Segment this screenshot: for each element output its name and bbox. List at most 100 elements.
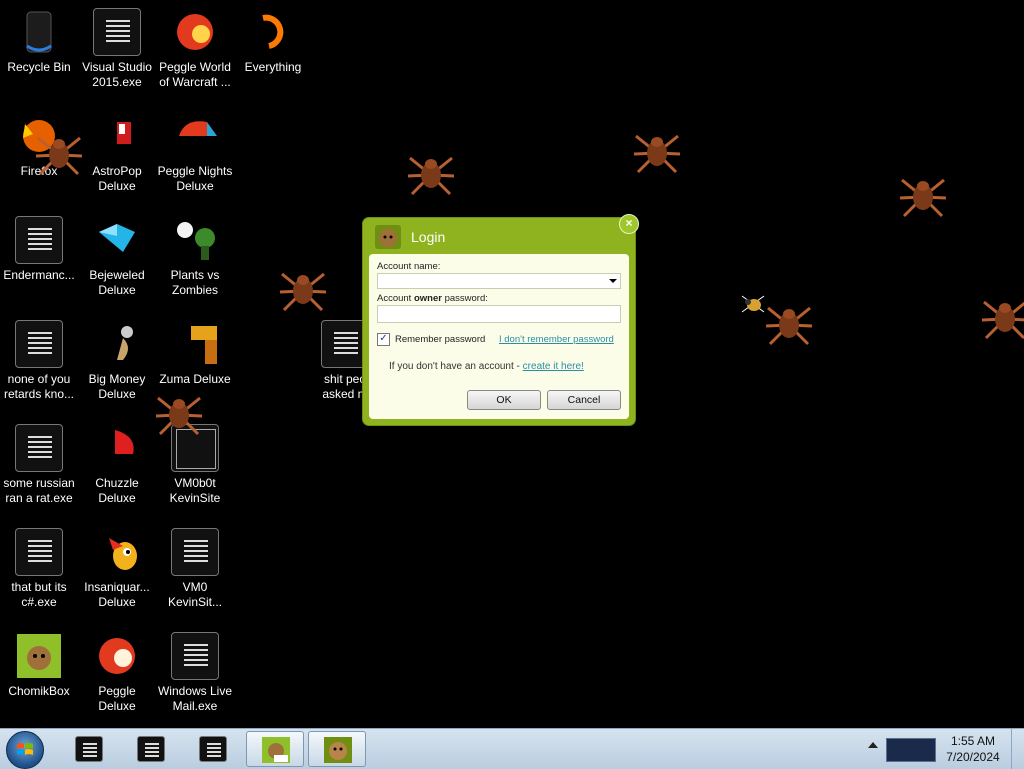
dialog-title: Login (411, 229, 446, 245)
desktop-icon-chuzzle[interactable]: Chuzzle Deluxe (78, 416, 156, 516)
create-account-link[interactable]: create it here! (523, 361, 584, 372)
desktop-icon-insaniquarium[interactable]: Insaniquar... Deluxe (78, 520, 156, 620)
chuzzle-icon (93, 424, 141, 472)
desktop-icon-label: Zuma Deluxe (159, 372, 231, 386)
exe-icon (171, 528, 219, 576)
password-label-prefix: Account (377, 293, 414, 304)
login-dialog: Login × Account name: Account owner pass… (363, 214, 639, 425)
desktop-icon-endermanch[interactable]: Endermanc... (0, 208, 78, 308)
taskbar-button-1[interactable] (60, 731, 118, 767)
taskbar-button-2[interactable] (122, 731, 180, 767)
desktop-icon-bejeweled[interactable]: Bejeweled Deluxe (78, 208, 156, 308)
password-field[interactable] (377, 305, 621, 323)
spider-sprite (35, 136, 83, 176)
big-money-icon (93, 320, 141, 368)
everything-icon (249, 8, 297, 56)
desktop-icon-label: Everything (244, 60, 302, 74)
desktop-icon-astropop[interactable]: AstroPop Deluxe (78, 104, 156, 204)
desktop-icon-label: Endermanc... (3, 268, 75, 282)
desktop-icon-wl-mail[interactable]: Windows Live Mail.exe (156, 624, 234, 724)
desktop-icon-that-but-cs[interactable]: that but its c#.exe (0, 520, 78, 620)
desktop-icon-peggle-deluxe[interactable]: Peggle Deluxe (78, 624, 156, 724)
desktop-icon-label: Insaniquar... Deluxe (84, 580, 150, 609)
desktop-icon-pvz[interactable]: Plants vs Zombies (156, 208, 234, 308)
desktop-icon-label: ChomikBox (8, 684, 70, 698)
taskbar-button-chomikbox[interactable] (246, 731, 304, 767)
taskbar-button-login[interactable] (308, 731, 366, 767)
desktop-icon-label: Big Money Deluxe (88, 372, 146, 401)
windows-logo-icon (17, 743, 33, 755)
desktop-icon-label: VM0 KevinSit... (167, 580, 223, 609)
no-account-prefix: If you don't have an account - (389, 361, 523, 372)
desktop-icon-recycle-bin[interactable]: Recycle Bin (0, 0, 78, 100)
desktop-icon-label: Peggle Deluxe (98, 684, 136, 713)
insaniquarium-icon (93, 528, 141, 576)
desktop-icon-chomikbox[interactable]: ChomikBox (0, 624, 78, 724)
desktop-icon-label: none of you retards kno... (3, 372, 75, 401)
exe-icon (137, 736, 165, 762)
remember-password-checkbox[interactable]: ✓ (377, 333, 390, 346)
exe-icon (15, 424, 63, 472)
ok-button[interactable]: OK (467, 390, 541, 410)
forgot-password-link[interactable]: I don't remember password (499, 334, 614, 345)
desktop-icon-label: Visual Studio 2015.exe (82, 60, 152, 89)
cancel-button[interactable]: Cancel (547, 390, 621, 410)
spider-sprite (279, 272, 327, 312)
peggle-icon (171, 8, 219, 56)
close-icon: × (625, 216, 633, 230)
desktop-icon-label: Peggle Nights Deluxe (157, 164, 233, 193)
login-form: Account name: Account owner password: ✓ … (369, 254, 629, 419)
taskbar-button-3[interactable] (184, 731, 242, 767)
desktop-icon-label: Plants vs Zombies (170, 268, 220, 297)
desktop-icon-label: AstroPop Deluxe (92, 164, 142, 193)
account-name-combobox[interactable] (377, 273, 621, 289)
exe-icon (199, 736, 227, 762)
desktop-icon-peggle-nights[interactable]: Peggle Nights Deluxe (156, 104, 234, 204)
desktop-icon-everything[interactable]: Everything (234, 0, 312, 100)
astropop-icon (93, 112, 141, 160)
spider-sprite (765, 306, 813, 346)
dialog-title-bar[interactable]: Login × (363, 214, 639, 254)
exe-icon (15, 216, 63, 264)
no-account-text: If you don't have an account - create it… (389, 361, 584, 372)
peggle-icon (93, 632, 141, 680)
exe-icon (321, 320, 369, 368)
exe-icon (171, 632, 219, 680)
desktop-icon-visual-studio[interactable]: Visual Studio 2015.exe (78, 0, 156, 100)
desktop-icon-label: Bejeweled Deluxe (89, 268, 145, 297)
show-hidden-icons-chevron-icon[interactable] (868, 742, 878, 748)
recycle-bin-icon (15, 8, 63, 56)
show-desktop-button[interactable] (1011, 729, 1024, 769)
remember-password-label[interactable]: Remember password (395, 334, 485, 345)
desktop-icon-russian-rat[interactable]: some russian ran a rat.exe (0, 416, 78, 516)
tray-app-icon[interactable] (886, 738, 936, 762)
desktop-icon-big-money[interactable]: Big Money Deluxe (78, 312, 156, 412)
spider-sprite (155, 396, 203, 436)
desktop-icon-none-of-you[interactable]: none of you retards kno... (0, 312, 78, 412)
spider-sprite (899, 178, 947, 218)
exe-icon (93, 8, 141, 56)
password-label: Account owner password: (377, 293, 488, 304)
desktop-icon-label: Peggle World of Warcraft ... (159, 60, 231, 89)
desktop-icon-peggle-wow[interactable]: Peggle World of Warcraft ... (156, 0, 234, 100)
desktop-icon-label: some russian ran a rat.exe (3, 476, 75, 505)
chomikbox-icon (262, 737, 290, 763)
desktop-icon-vm0-kevinsite[interactable]: VM0 KevinSit... (156, 520, 234, 620)
dropdown-arrow-icon[interactable] (609, 279, 617, 283)
chomikbox-icon (375, 225, 401, 249)
bejeweled-icon (93, 216, 141, 264)
close-button[interactable]: × (619, 214, 639, 234)
account-name-label: Account name: (377, 261, 441, 272)
chomikbox-icon (15, 632, 63, 680)
spider-sprite (407, 156, 455, 196)
peggle-nights-icon (171, 112, 219, 160)
exe-icon (15, 528, 63, 576)
plants-vs-zombies-icon (171, 216, 219, 264)
desktop-icon-label: VM0b0t KevinSite (169, 476, 221, 505)
exe-icon (75, 736, 103, 762)
exe-icon (15, 320, 63, 368)
desktop-icon-label: Chuzzle Deluxe (95, 476, 139, 505)
spider-sprite (633, 134, 681, 174)
start-button[interactable] (6, 731, 44, 769)
clock[interactable]: 1:55 AM 7/20/2024 (940, 733, 1006, 765)
